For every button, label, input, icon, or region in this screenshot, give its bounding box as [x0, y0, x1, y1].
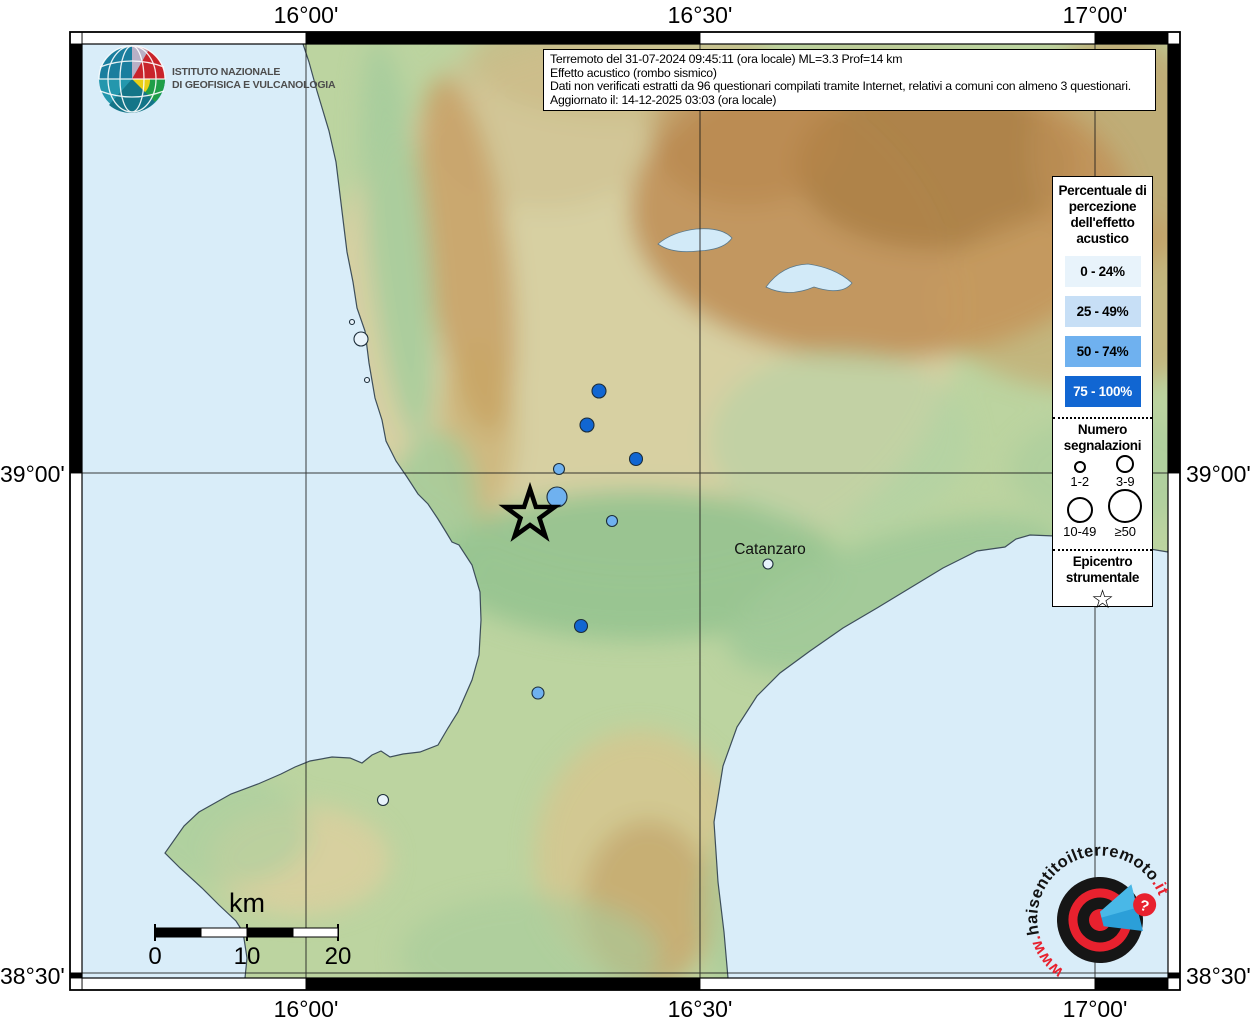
- felt-report-point: [573, 618, 589, 634]
- felt-report-point: [363, 376, 371, 384]
- signal-size-1-2: 1-2: [1059, 461, 1100, 489]
- scalebar-tick-0: 0: [148, 943, 162, 970]
- event-title: Terremoto del 31-07-2024 09:45:11 (ora l…: [550, 52, 903, 66]
- signal-size-label: 1-2: [1070, 474, 1090, 489]
- axis-bottom-16-00: 16°00': [273, 996, 339, 1022]
- signal-size-label: 10-49: [1063, 524, 1097, 539]
- signal-size-50plus: ≥50: [1105, 489, 1146, 539]
- scalebar-tick-20: 20: [324, 943, 352, 970]
- epicenter-star-legend-icon: ☆: [1090, 585, 1115, 615]
- axis-top-16-30: 16°30': [667, 2, 733, 28]
- legend-swatch-label: 50 - 74%: [1076, 344, 1129, 359]
- legend-signals-title: Numero segnalazioni: [1063, 422, 1142, 453]
- scalebar-tick-10: 10: [233, 943, 261, 970]
- event-effect: Effetto acustico (rombo sismico): [550, 65, 717, 80]
- felt-report-point: [762, 558, 774, 570]
- ingv-line1: ISTITUTO NAZIONALE: [172, 66, 281, 78]
- signal-size-label: ≥50: [1114, 524, 1137, 539]
- axis-left-38-30: 38°30': [0, 963, 65, 989]
- legend-swatch-50-74: 50 - 74%: [1064, 336, 1141, 367]
- axis-bottom-16-30: 16°30': [667, 996, 733, 1022]
- axis-top-16-00: 16°00': [273, 2, 339, 28]
- legend-swatch-0-24: 0 - 24%: [1064, 256, 1141, 287]
- felt-report-point: [353, 331, 369, 347]
- felt-report-point: [579, 417, 595, 433]
- legend-swatch-label: 25 - 49%: [1076, 304, 1129, 319]
- signal-circle-icon: [1073, 461, 1086, 473]
- event-updated: Aggiornato il: 14-12-2025 03:03 (ora loc…: [550, 93, 777, 108]
- signal-circle-icon: [1066, 497, 1093, 523]
- felt-report-point: [376, 793, 390, 807]
- felt-report-point: [531, 686, 545, 700]
- signal-circle-icon: [1116, 455, 1135, 473]
- axis-bottom-17-00: 17°00': [1062, 996, 1128, 1022]
- map-page: ? www.haisentitoilterremoto.it 16°00' 16…: [0, 0, 1255, 1024]
- legend-swatch-75-100: 75 - 100%: [1064, 376, 1141, 407]
- signal-circle-icon: [1108, 489, 1143, 523]
- scalebar-unit: km: [229, 888, 265, 918]
- legend-divider: [1053, 417, 1152, 419]
- legend-panel: Percentuale di percezione dell'effetto a…: [1052, 176, 1153, 613]
- signal-size-key: 1-2 3-9 10-49 ≥50: [1053, 453, 1152, 539]
- event-disclaimer: Dati non verificati estratti da 96 quest…: [550, 79, 1131, 94]
- signal-size-10-49: 10-49: [1059, 497, 1100, 539]
- axis-right-38-30: 38°30': [1186, 963, 1251, 989]
- legend-swatch-25-49: 25 - 49%: [1064, 296, 1141, 327]
- legend-swatch-label: 0 - 24%: [1080, 264, 1125, 279]
- signal-size-3-9: 3-9: [1105, 455, 1146, 489]
- legend-divider: [1053, 549, 1152, 551]
- felt-report-point: [605, 514, 619, 528]
- felt-report-point: [348, 318, 356, 326]
- axis-right-39-00: 39°00': [1186, 461, 1251, 487]
- felt-report-point: [628, 451, 644, 467]
- felt-report-point: [591, 383, 607, 399]
- felt-report-point: [546, 486, 568, 508]
- city-label-catanzaro: Catanzaro: [734, 541, 806, 558]
- signal-size-label: 3-9: [1115, 474, 1135, 489]
- legend-swatch-label: 75 - 100%: [1073, 384, 1132, 399]
- legend-epicenter-title: Epicentro strumentale: [1065, 554, 1140, 585]
- event-info-box: Terremoto del 31-07-2024 09:45:11 (ora l…: [543, 49, 1156, 111]
- legend-title: Percentuale di percezione dell'effetto a…: [1058, 183, 1147, 246]
- ingv-wordmark: ISTITUTO NAZIONALE DI GEOFISICA E VULCAN…: [172, 66, 342, 91]
- ingv-line2: DI GEOFISICA E VULCANOLOGIA: [172, 78, 336, 91]
- axis-top-17-00: 17°00': [1062, 2, 1128, 28]
- axis-left-39-00: 39°00': [0, 461, 65, 487]
- felt-report-point: [552, 462, 566, 476]
